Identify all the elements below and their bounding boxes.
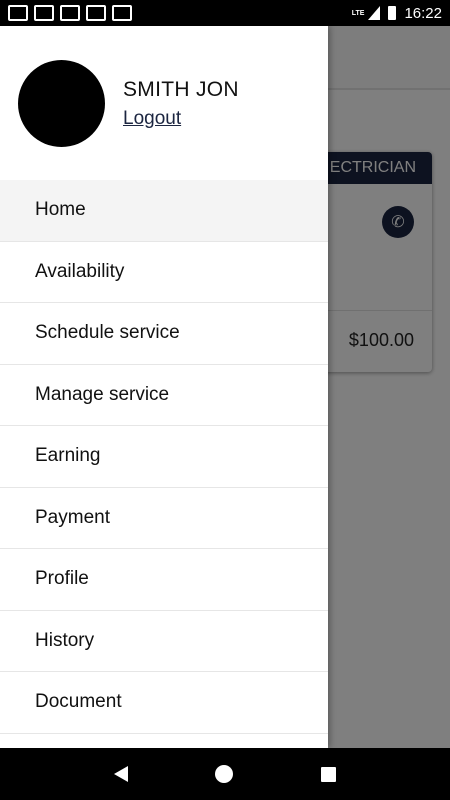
clock: 16:22 [404, 4, 442, 22]
gmail-icon [34, 5, 54, 21]
navigation-drawer: SMITH JON Logout Home Availability Sched… [0, 26, 328, 748]
menu-item-availability[interactable]: Availability [0, 242, 328, 303]
logout-link[interactable]: Logout [123, 108, 181, 130]
home-icon[interactable] [215, 765, 234, 783]
recents-icon[interactable] [321, 766, 337, 782]
status-bar: LTE 16:22 [0, 0, 450, 26]
menu-item-schedule-service[interactable]: Schedule service [0, 303, 328, 365]
menu-item-profile[interactable]: Profile [0, 549, 328, 611]
news-icon [86, 5, 106, 21]
signal-icon [368, 6, 381, 20]
menu-item-manage-service[interactable]: Manage service [0, 365, 328, 426]
gmail-icon [8, 5, 28, 21]
menu-item-history[interactable]: History [0, 611, 328, 672]
battery-icon [388, 6, 397, 20]
maps-icon [112, 5, 132, 21]
network-type: LTE [351, 9, 365, 17]
menu-item-home[interactable]: Home [0, 180, 328, 242]
system-status: LTE 16:22 [352, 5, 442, 22]
notification-icons [8, 5, 132, 21]
system-nav-bar [0, 748, 450, 800]
drawer-menu: Home Availability Schedule service Manag… [0, 180, 328, 734]
user-name: SMITH JON [123, 78, 239, 101]
drawer-header: SMITH JON Logout [0, 26, 328, 180]
screen: LTE 16:22 ECTRICIAN ✆ $100.00 SMITH JON … [0, 0, 450, 800]
menu-item-earning[interactable]: Earning [0, 426, 328, 488]
menu-item-document[interactable]: Document [0, 672, 328, 734]
menu-item-payment[interactable]: Payment [0, 488, 328, 549]
avatar [18, 60, 105, 147]
back-icon[interactable] [113, 766, 128, 782]
news-icon [60, 5, 80, 21]
